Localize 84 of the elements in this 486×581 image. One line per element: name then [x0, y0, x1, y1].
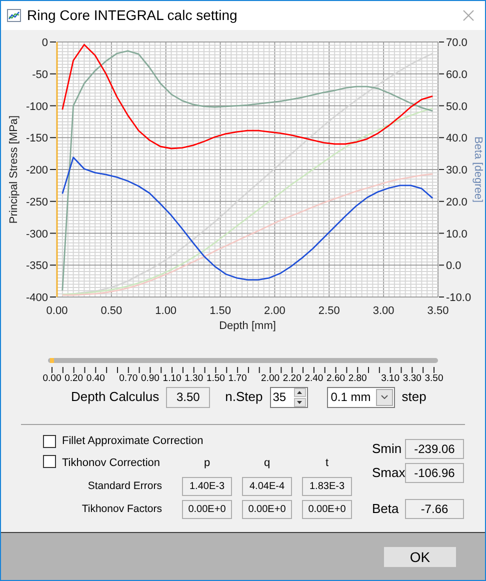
axis-tick-label: 0.00: [46, 305, 68, 317]
n-step-field[interactable]: 35: [270, 386, 308, 408]
axis-tick-label: -100: [26, 100, 48, 113]
value-field[interactable]: 1.83E-3: [302, 477, 352, 496]
axis-tick-label: 3.50: [427, 305, 449, 317]
checkbox-label[interactable]: Tikhonov Correction: [62, 455, 160, 472]
result-field[interactable]: -106.96: [405, 463, 464, 483]
axis-tick-label: 0.0: [446, 260, 462, 272]
tick-label: 1.50: [206, 373, 225, 384]
tick-label: 0.90: [140, 373, 160, 384]
result-field[interactable]: -7.66: [405, 499, 464, 519]
result-label: Smin: [372, 440, 403, 458]
tick-label: 2.00: [261, 373, 280, 384]
tick-label: 1.10: [162, 373, 182, 384]
tick-label: 0.70: [119, 373, 138, 384]
axis-tick-label: 3.00: [372, 305, 394, 317]
axis-tick-label: 20.0: [446, 196, 468, 208]
axis-tick-label: 0.50: [100, 305, 122, 317]
axis-tick-label: -50: [32, 68, 48, 81]
checkbox-label[interactable]: Fillet Approximate Correction: [62, 433, 204, 450]
value-field[interactable]: 0.00E+0: [242, 500, 292, 519]
depth-slider[interactable]: [48, 358, 438, 363]
down-arrow-icon: [297, 400, 302, 404]
spin-up-button[interactable]: [294, 388, 306, 396]
column-header: t: [324, 456, 330, 471]
column-header: q: [262, 456, 272, 471]
value-field[interactable]: 0.00E+0: [182, 500, 232, 519]
axis-tick-label: -150: [26, 132, 48, 145]
axis-tick-label: 10.0: [446, 228, 468, 240]
axis-tick-label: 1.00: [155, 305, 177, 317]
axis-tick-label: 1.50: [210, 305, 231, 317]
value-field[interactable]: 4.04E-4: [242, 477, 292, 496]
up-arrow-icon: [297, 390, 302, 394]
checkbox[interactable]: [43, 435, 56, 448]
axis-tick-label: 40.0: [446, 132, 468, 145]
axis-title: Beta [degree]: [472, 136, 484, 203]
tick-label: 2.80: [348, 373, 367, 384]
field-label: step: [402, 388, 426, 406]
tick-label: 3.30: [402, 373, 422, 384]
field-label: n.Step: [225, 388, 263, 406]
window-title: Ring Core INTEGRAL calc setting: [27, 6, 238, 25]
depth-calculus-field[interactable]: 3.50: [166, 386, 210, 408]
tick-label: 3.10: [381, 373, 400, 384]
tick-label: 1.30: [184, 373, 204, 384]
column-header: p: [202, 456, 212, 471]
axis-tick-label: 30.0: [446, 164, 468, 176]
tick-label: 0.40: [86, 373, 105, 384]
chart-icon: [7, 9, 21, 22]
ok-button[interactable]: OK: [384, 547, 456, 567]
tick-label: 2.20: [282, 373, 302, 384]
tick-label: 2.60: [326, 373, 346, 384]
tick-label: 0.00: [42, 373, 62, 384]
axis-title: Depth [mm]: [219, 320, 276, 332]
field-label: Depth Calculus: [71, 388, 160, 406]
result-label: Smax: [372, 464, 405, 482]
tick-label: 2.40: [304, 373, 324, 384]
value-field[interactable]: 1.40E-3: [182, 477, 232, 496]
axis-tick-label: -250: [26, 196, 48, 208]
result-label: Beta: [372, 500, 400, 518]
spin-down-button[interactable]: [294, 398, 306, 406]
value-field[interactable]: 0.00E+0: [302, 500, 352, 519]
tick-label: 0.20: [64, 373, 84, 384]
row-label: Standard Errors: [86, 478, 163, 494]
axis-tick-label: 2.50: [318, 305, 340, 317]
axis-tick-label: 0: [42, 37, 48, 49]
axis-tick-label: -200: [26, 164, 48, 176]
axis-tick-label: 50.0: [446, 100, 468, 113]
chevron-down-icon: [380, 395, 388, 399]
result-field[interactable]: -239.06: [405, 439, 464, 459]
axis-tick-label: 70.0: [446, 37, 468, 49]
axis-tick-label: -300: [26, 228, 48, 240]
dropdown-button[interactable]: [376, 388, 393, 406]
tick-label: 1.70: [228, 373, 247, 384]
row-label: Tikhonov Factors: [80, 502, 163, 517]
tick-label: 3.50: [424, 373, 444, 384]
axis-tick-label: -10.0: [446, 292, 472, 304]
axis-tick-label: -400: [26, 292, 48, 304]
slider-thumb[interactable]: [50, 358, 54, 363]
axis-title: Principal Stress [MPa]: [8, 115, 20, 224]
checkbox[interactable]: [43, 455, 56, 468]
axis-tick-label: 60.0: [446, 68, 468, 81]
axis-tick-label: 2.00: [264, 305, 286, 317]
step-dropdown[interactable]: 0.1 mm: [326, 386, 395, 408]
axis-tick-label: -350: [26, 260, 48, 272]
